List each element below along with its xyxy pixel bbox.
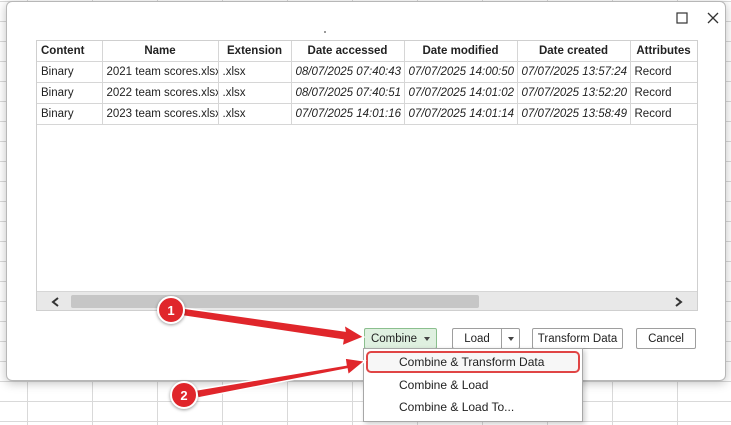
scrollbar-thumb[interactable] [71,295,479,308]
annotation-badge-2: 2 [170,381,198,409]
table-row[interactable]: Binary 2022 team scores.xlsx .xlsx 08/07… [37,82,697,104]
scroll-left-icon[interactable] [45,292,67,310]
cell-date-modified: 07/07/2025 14:01:14 [404,103,518,125]
table-header-row: Content Name Extension Date accessed Dat… [37,41,697,62]
transform-data-label: Transform Data [537,332,618,345]
cell-extension: .xlsx [218,103,292,125]
cell-content: Binary [37,103,103,125]
annotation-badge-1: 1 [157,296,185,324]
column-header-extension[interactable]: Extension [218,41,292,62]
transform-data-button[interactable]: Transform Data [532,328,623,349]
cell-attributes[interactable]: Record [630,103,697,125]
cell-date-modified: 07/07/2025 14:01:02 [404,82,518,104]
load-button[interactable]: Load [452,328,501,349]
cell-extension: .xlsx [218,82,292,104]
column-header-date-created[interactable]: Date created [517,41,631,62]
cell-date-modified: 07/07/2025 14:00:50 [404,61,518,83]
column-header-date-modified[interactable]: Date modified [404,41,518,62]
load-button-label: Load [464,332,490,345]
cancel-button-label: Cancel [648,332,684,345]
column-header-date-accessed[interactable]: Date accessed [291,41,405,62]
combine-dropdown-menu: Combine & Transform Data Combine & Load … [363,348,583,422]
cell-attributes[interactable]: Record [630,61,697,83]
combine-button[interactable]: Combine [364,328,437,349]
maximize-icon[interactable] [673,9,691,27]
cell-name: 2022 team scores.xlsx [102,82,219,104]
combine-button-label: Combine [370,332,418,345]
cell-name: 2021 team scores.xlsx [102,61,219,83]
cell-content: Binary [37,61,103,83]
cell-date-accessed: 07/07/2025 14:01:16 [291,103,405,125]
dropdown-caret-icon [507,336,514,341]
menu-item-combine-load-to[interactable]: Combine & Load To... [364,396,582,418]
column-header-name[interactable]: Name [102,41,219,62]
column-header-attributes[interactable]: Attributes [630,41,697,62]
cell-content: Binary [37,82,103,104]
loading-dot [324,31,326,33]
cell-extension: .xlsx [218,61,292,83]
cell-date-created: 07/07/2025 13:52:20 [517,82,631,104]
cell-date-created: 07/07/2025 13:57:24 [517,61,631,83]
close-icon[interactable] [704,9,722,27]
scroll-right-icon[interactable] [667,292,689,310]
menu-item-combine-transform-data[interactable]: Combine & Transform Data [366,351,580,373]
cell-date-accessed: 08/07/2025 07:40:51 [291,82,405,104]
cell-date-accessed: 08/07/2025 07:40:43 [291,61,405,83]
file-preview-grid[interactable]: Content Name Extension Date accessed Dat… [36,40,698,311]
load-dropdown-button[interactable] [501,328,520,349]
horizontal-scrollbar[interactable] [37,291,697,310]
cancel-button[interactable]: Cancel [636,328,696,349]
dropdown-caret-icon [424,336,431,341]
table-row[interactable]: Binary 2023 team scores.xlsx .xlsx 07/07… [37,103,697,125]
navigator-dialog: Content Name Extension Date accessed Dat… [6,1,726,381]
menu-item-combine-load[interactable]: Combine & Load [364,374,582,396]
cell-name: 2023 team scores.xlsx [102,103,219,125]
cell-date-created: 07/07/2025 13:58:49 [517,103,631,125]
table-row[interactable]: Binary 2021 team scores.xlsx .xlsx 08/07… [37,61,697,83]
files-table: Content Name Extension Date accessed Dat… [37,41,697,125]
cell-attributes[interactable]: Record [630,82,697,104]
column-header-content[interactable]: Content [37,41,103,62]
